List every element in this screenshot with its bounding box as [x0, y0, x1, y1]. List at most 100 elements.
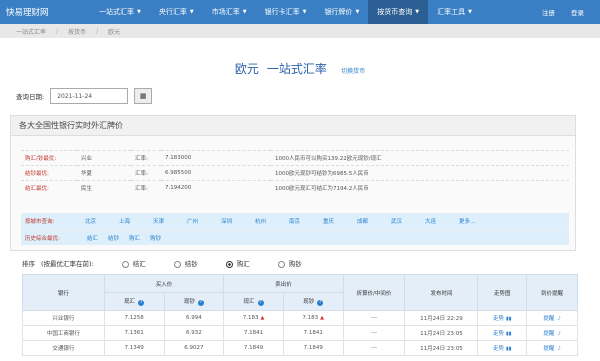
caret-down-icon: ▼: [415, 9, 420, 15]
col-sell-cash[interactable]: 现钞?: [282, 292, 344, 311]
nav-item-by-currency[interactable]: 按货币查询 ▼: [368, 0, 429, 24]
breadcrumb: 一站式汇率 / 按货币 / 欧元: [0, 24, 600, 38]
col-time: 发布时间: [404, 274, 479, 311]
title-suffix: 一站式汇率: [266, 62, 327, 76]
date-input[interactable]: 2021-11-24: [50, 88, 129, 104]
city-link[interactable]: 深圳: [221, 217, 247, 225]
nav-item-market[interactable]: 市场汇率 ▼: [203, 0, 256, 24]
date-selector: 查询日期: 2021-11-24 ▦: [16, 88, 153, 104]
bank-name[interactable]: 中国工商银行: [22, 325, 105, 341]
history-option[interactable]: 结钞: [108, 234, 119, 242]
page-title: 欧元 一站式汇率 切换货币: [0, 60, 600, 77]
city-link[interactable]: 北京: [85, 217, 111, 225]
col-trend: 走势图: [477, 274, 528, 311]
city-link[interactable]: 广州: [187, 217, 213, 225]
city-link[interactable]: 上海: [119, 217, 145, 225]
caret-down-icon: ▼: [355, 9, 360, 15]
table-row: 兴业银行 7.1258 6.994 7.183 ▲ 7.183 ▲ --- 11月2…: [22, 310, 578, 326]
bank-name[interactable]: 交通银行: [22, 340, 105, 356]
city-link[interactable]: 大连: [425, 217, 451, 225]
trend-link[interactable]: 走势: [493, 346, 504, 352]
bar-chart-icon[interactable]: ▮▮: [506, 346, 512, 352]
bank-name[interactable]: 兴业银行: [22, 310, 105, 326]
thumbs-up-icon: ▲: [260, 315, 265, 321]
nav-item-bank-card[interactable]: 银行卡汇率 ▼: [256, 0, 316, 24]
bell-icon[interactable]: ♪: [557, 331, 560, 337]
help-icon[interactable]: ?: [257, 300, 264, 306]
city-link[interactable]: 杭州: [255, 217, 281, 225]
history-option[interactable]: 结汇: [87, 234, 98, 242]
breadcrumb-item-current: 欧元: [108, 28, 121, 36]
bell-icon[interactable]: ♪: [557, 316, 560, 322]
currency-name: 欧元: [234, 62, 259, 76]
more-cities-link[interactable]: 更多...: [459, 217, 485, 225]
account-links: 注册 登录: [542, 0, 600, 24]
city-link[interactable]: 武汉: [391, 217, 417, 225]
calendar-icon[interactable]: ▦: [134, 88, 153, 104]
caret-down-icon: ▼: [137, 9, 141, 15]
city-link[interactable]: 重庆: [323, 217, 349, 225]
date-label: 查询日期:: [16, 93, 45, 101]
bar-chart-icon[interactable]: ▮▮: [506, 331, 512, 337]
breadcrumb-item[interactable]: 按货币: [68, 27, 86, 36]
radio-button[interactable]: [277, 260, 285, 268]
sort-label: 排序: [22, 260, 35, 268]
sort-hint: (按最优汇率在前):: [41, 260, 94, 268]
col-mid: 折算价/中间价: [342, 274, 406, 311]
nav-item-tools[interactable]: 汇率工具 ▼: [428, 0, 481, 24]
breadcrumb-item[interactable]: 一站式汇率: [16, 27, 46, 36]
sort-option-selected[interactable]: 购汇: [204, 258, 250, 268]
table-header-row: 银行 买入价 卖出价 折算价/中间价 发布时间 走势图 到价提醒: [22, 274, 578, 311]
city-links-row: 按城市查询: 北京 上海 天津 广州 深圳 杭州 南京 重庆 成都 武汉 大连 …: [21, 213, 569, 229]
col-buy-cash[interactable]: 现钞?: [163, 292, 225, 311]
caret-down-icon: ▼: [302, 9, 307, 15]
caret-down-icon: ▼: [242, 9, 247, 15]
history-best-row: 历史综合最优: 结汇 结钞 购汇 购钞: [21, 229, 569, 245]
caret-down-icon: ▼: [189, 9, 194, 15]
radio-button-checked[interactable]: [225, 260, 233, 268]
city-link[interactable]: 南京: [289, 217, 315, 225]
sort-option[interactable]: 购钞: [256, 258, 302, 268]
col-sell: 卖出价: [223, 274, 344, 293]
bar-chart-icon[interactable]: ▮▮: [506, 316, 512, 322]
col-buy-spot[interactable]: 现汇?: [103, 292, 165, 311]
city-link[interactable]: 天津: [153, 217, 179, 225]
site-logo[interactable]: 快易理财网: [0, 0, 90, 24]
nav-item-one-stop[interactable]: 一站式汇率 ▼: [90, 0, 150, 24]
sort-option[interactable]: 结钞: [152, 258, 198, 268]
alert-link[interactable]: 提醒: [543, 346, 554, 352]
breadcrumb-separator: /: [96, 27, 99, 35]
col-bank: 银行: [22, 274, 105, 311]
alert-link[interactable]: 提醒: [543, 331, 554, 337]
radio-button[interactable]: [121, 260, 129, 268]
top-nav: 快易理财网 一站式汇率 ▼ 央行汇率 ▼ 市场汇率 ▼ 银行卡汇率 ▼ 银行牌价 ▼ 按货…: [0, 0, 600, 24]
bell-icon[interactable]: ♪: [557, 346, 560, 352]
history-option[interactable]: 购钞: [150, 234, 161, 242]
col-alert: 到价提醒: [526, 274, 578, 311]
nav-item-central-bank[interactable]: 央行汇率 ▼: [150, 0, 203, 24]
trend-link[interactable]: 走势: [493, 331, 504, 337]
history-option[interactable]: 购汇: [129, 234, 140, 242]
trend-link[interactable]: 走势: [493, 316, 504, 322]
sort-option[interactable]: 结汇: [100, 258, 146, 268]
switch-currency-link[interactable]: 切换货币: [341, 68, 365, 75]
bank-rates-table: 银行 买入价 卖出价 折算价/中间价 发布时间 走势图 到价提醒 现汇? 现钞?…: [22, 274, 578, 356]
col-sell-spot[interactable]: 现汇?: [223, 292, 284, 311]
city-label: 按城市查询:: [25, 219, 55, 225]
caret-down-icon: ▼: [468, 9, 473, 15]
help-icon[interactable]: ?: [317, 300, 324, 306]
login-link[interactable]: 登录: [571, 7, 584, 17]
best-rates-table: 购汇/钞最优: 兴业 汇率: 7.183000 1000人民币可以购买139.2…: [21, 150, 569, 196]
help-icon[interactable]: ?: [138, 300, 145, 306]
city-link[interactable]: 成都: [357, 217, 383, 225]
nav-item-bank-quotes[interactable]: 银行牌价 ▼: [315, 0, 368, 24]
panel-heading: 各大全国性银行实时外汇牌价: [11, 116, 575, 136]
register-link[interactable]: 注册: [542, 7, 555, 17]
radio-button[interactable]: [173, 260, 181, 268]
help-icon[interactable]: ?: [197, 300, 204, 306]
history-label: 历史综合最优:: [25, 235, 60, 242]
thumbs-up-icon: ▲: [320, 315, 325, 321]
table-row: 交通银行 7.1349 6.9027 7.1849 7.1849 --- 11月…: [22, 340, 578, 356]
sort-options: 排序 (按最优汇率在前): 结汇 结钞 购汇 购钞: [22, 258, 302, 268]
alert-link[interactable]: 提醒: [543, 316, 554, 322]
